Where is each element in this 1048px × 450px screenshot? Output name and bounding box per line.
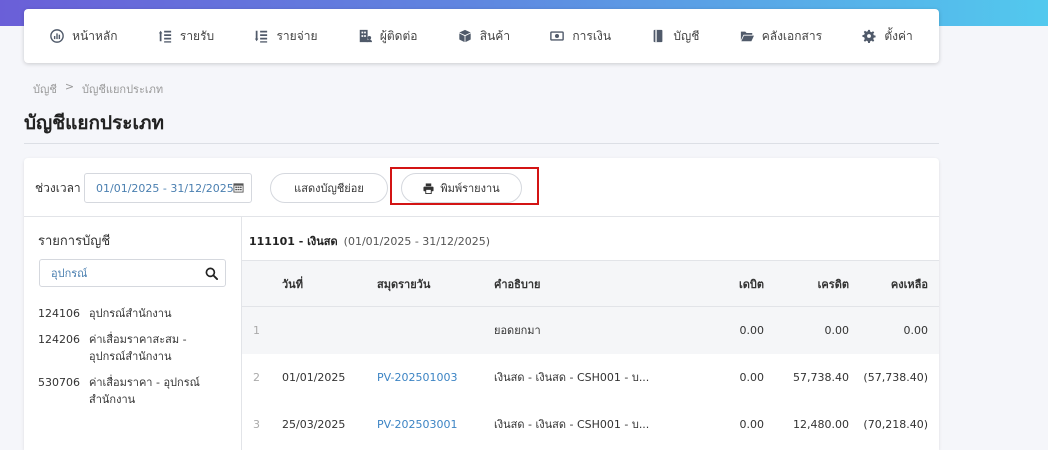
account-list: 124106 อุปกรณ์สำนักงาน 124206 ค่าเสื่อมร… — [38, 305, 238, 417]
table-row: 2 01/01/2025 PV-202501003 เงินสด - เงินส… — [242, 354, 939, 401]
contacts-icon — [359, 29, 372, 43]
nav-label: ผู้ติดต่อ — [379, 28, 418, 43]
table-row: 1 ยอดยกมา 0.00 0.00 0.00 — [242, 306, 939, 354]
ledger-account-range: (01/01/2025 - 31/12/2025) — [343, 235, 491, 248]
account-code: 530706 — [38, 376, 80, 389]
cell-description: เงินสด - เงินสด - CSH001 - บ... — [494, 371, 650, 384]
nav-label: ตั้งค่า — [884, 28, 913, 43]
account-name: ค่าเสื่อมราคาสะสม - อุปกรณ์สำนักงาน — [89, 333, 187, 363]
col-date[interactable]: วันที่ — [282, 261, 377, 307]
nav-item-products[interactable]: สินค้า — [458, 27, 510, 46]
col-credit[interactable]: เครดิต — [764, 261, 849, 307]
table-header-row: วันที่ สมุดรายวัน คำอธิบาย เดบิต เครดิต … — [242, 260, 939, 307]
title-divider — [24, 143, 939, 144]
ledger-table: วันที่ สมุดรายวัน คำอธิบาย เดบิต เครดิต … — [242, 260, 939, 448]
breadcrumb-current: บัญชีแยกประเภท — [82, 83, 164, 96]
ledger-account-header: 111101 - เงินสด (01/01/2025 - 31/12/2025) — [249, 232, 490, 250]
nav-item-accounting[interactable]: บัญชี — [651, 27, 699, 46]
journal-link[interactable]: PV-202503001 — [377, 418, 457, 431]
print-report-button[interactable]: พิมพ์รายงาน — [401, 173, 522, 203]
cell-date: 25/03/2025 — [282, 417, 346, 431]
period-label: ช่วงเวลา — [35, 181, 81, 195]
cell-date: 01/01/2025 — [282, 370, 346, 384]
account-name: ค่าเสื่อมราคา - อุปกรณ์สำนักงาน — [89, 376, 200, 406]
income-icon — [158, 30, 171, 43]
account-code: 124206 — [38, 333, 80, 346]
list-item[interactable]: 530706 ค่าเสื่อมราคา - อุปกรณ์สำนักงาน — [38, 374, 238, 408]
nav-item-contacts[interactable]: ผู้ติดต่อ — [358, 27, 418, 46]
account-code: 124106 — [38, 307, 80, 320]
calendar-icon[interactable] — [233, 182, 244, 193]
nav-item-documents[interactable]: คลังเอกสาร — [740, 27, 822, 46]
nav-item-home[interactable]: หน้าหลัก — [50, 27, 118, 46]
nav-item-expense[interactable]: รายจ่าย — [254, 27, 318, 46]
ledger-card: ช่วงเวลา 01/01/2025 - 31/12/2025 แสดงบัญ… — [24, 158, 939, 450]
dashboard-icon — [50, 29, 64, 43]
gear-icon — [862, 29, 876, 43]
col-no — [242, 261, 282, 307]
ledger-panel: 111101 - เงินสด (01/01/2025 - 31/12/2025)… — [242, 217, 939, 450]
expense-icon — [255, 30, 268, 43]
nav-label: บัญชี — [673, 28, 700, 43]
nav-label: หน้าหลัก — [72, 28, 118, 43]
col-journal[interactable]: สมุดรายวัน — [377, 261, 494, 307]
nav-label: สินค้า — [479, 28, 511, 43]
table-row: 3 25/03/2025 PV-202503001 เงินสด - เงินส… — [242, 401, 939, 448]
breadcrumb-root[interactable]: บัญชี — [33, 80, 57, 98]
cell-description: ยอดยกมา — [494, 324, 541, 338]
cell-journal — [377, 307, 494, 354]
show-sub-accounts-button[interactable]: แสดงบัญชีย่อย — [270, 173, 388, 203]
cell-balance: 0.00 — [903, 323, 929, 337]
col-debit[interactable]: เดบิต — [684, 261, 764, 307]
cell-debit: 0.00 — [739, 323, 765, 337]
nav-item-income[interactable]: รายรับ — [158, 27, 214, 46]
account-name: อุปกรณ์สำนักงาน — [89, 307, 172, 320]
nav-label: รายจ่าย — [276, 28, 318, 43]
cell-credit: 0.00 — [824, 323, 850, 337]
box-icon — [459, 29, 471, 43]
ledger-account-title: 111101 - เงินสด — [249, 235, 338, 248]
list-item[interactable]: 124106 อุปกรณ์สำนักงาน — [38, 305, 238, 322]
list-item[interactable]: 124206 ค่าเสื่อมราคาสะสม - อุปกรณ์สำนักง… — [38, 331, 238, 365]
cell-no: 2 — [253, 370, 260, 384]
cell-balance: (70,218.40) — [863, 417, 928, 431]
col-description[interactable]: คำอธิบาย — [494, 261, 684, 307]
col-balance[interactable]: คงเหลือ — [849, 261, 939, 307]
cell-description: เงินสด - เงินสด - CSH001 - บ... — [494, 418, 650, 431]
nav-item-settings[interactable]: ตั้งค่า — [862, 27, 913, 46]
cell-credit: 57,738.40 — [793, 370, 849, 384]
cell-journal: PV-202501003 — [377, 354, 494, 401]
account-list-title: รายการบัญชี — [38, 234, 111, 249]
breadcrumb-separator: > — [64, 80, 75, 93]
cell-no: 3 — [253, 417, 260, 431]
report-toolbar: ช่วงเวลา 01/01/2025 - 31/12/2025 แสดงบัญ… — [24, 158, 939, 217]
book-icon — [653, 29, 663, 43]
cell-credit: 12,480.00 — [793, 417, 849, 431]
search-icon[interactable] — [205, 267, 218, 280]
cell-debit: 0.00 — [739, 370, 765, 384]
nav-label: คลังเอกสาร — [761, 28, 823, 43]
breadcrumb: บัญชี > บัญชีแยกประเภท — [33, 80, 163, 98]
main-nav: หน้าหลัก รายรับ รายจ่าย ผู้ติดต่อ สินค้า… — [24, 9, 939, 63]
page-title: บัญชีแยกประเภท — [24, 112, 165, 134]
cell-balance: (57,738.40) — [863, 370, 928, 384]
nav-label: รายรับ — [179, 28, 215, 43]
date-range-value: 01/01/2025 - 31/12/2025 — [96, 181, 234, 195]
cell-debit: 0.00 — [739, 417, 765, 431]
money-icon — [550, 31, 565, 41]
print-report-label: พิมพ์รายงาน — [440, 182, 500, 195]
journal-link[interactable]: PV-202501003 — [377, 371, 457, 384]
cell-no: 1 — [253, 323, 260, 337]
account-sidebar: รายการบัญชี 124106 อุปกรณ์สำนักงาน 12420… — [24, 217, 242, 450]
nav-item-finance[interactable]: การเงิน — [550, 27, 611, 46]
account-search-box — [39, 259, 226, 287]
date-range-input[interactable]: 01/01/2025 - 31/12/2025 — [84, 173, 252, 203]
cell-journal: PV-202503001 — [377, 401, 494, 448]
nav-label: การเงิน — [572, 28, 612, 43]
printer-icon — [423, 182, 434, 194]
folder-icon — [740, 31, 754, 42]
account-search-input[interactable] — [51, 266, 201, 280]
cell-date — [282, 307, 377, 354]
